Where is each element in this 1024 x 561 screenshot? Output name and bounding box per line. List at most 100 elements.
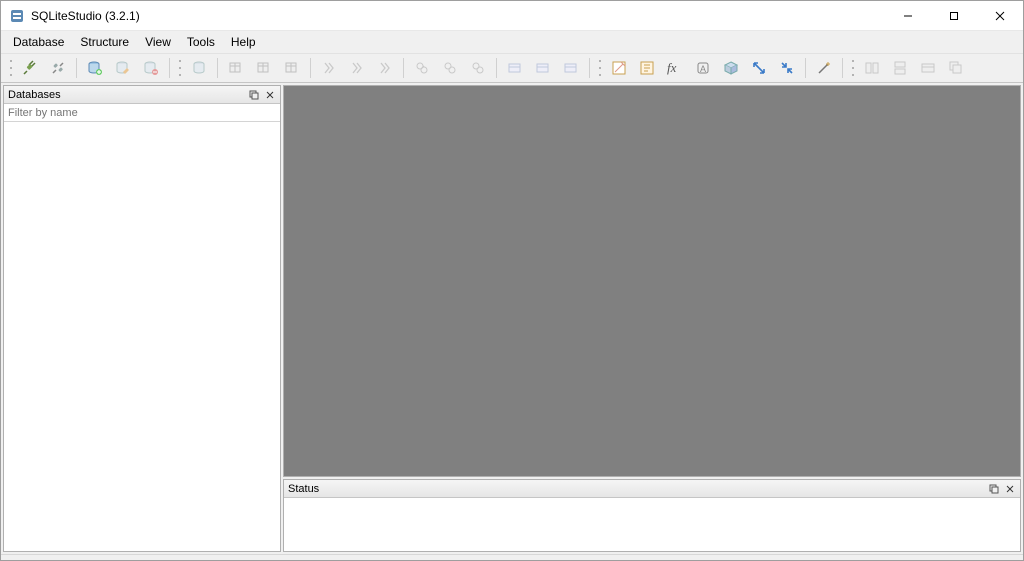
table-edit-icon: [256, 60, 272, 76]
panel-float-button[interactable]: [246, 88, 262, 102]
refresh-schema-button[interactable]: [186, 55, 212, 81]
import-button[interactable]: [746, 55, 772, 81]
menu-database[interactable]: Database: [5, 33, 72, 51]
tile-vertical-button[interactable]: [887, 55, 913, 81]
panel-close-button[interactable]: [1002, 482, 1018, 496]
remove-database-button[interactable]: [138, 55, 164, 81]
database-refresh-icon: [191, 60, 207, 76]
toolbar-separator: [403, 58, 404, 78]
panel-close-button[interactable]: [262, 88, 278, 102]
close-button[interactable]: [977, 1, 1023, 31]
databases-panel-header: Databases: [4, 86, 280, 104]
delete-index-button[interactable]: [372, 55, 398, 81]
database-edit-icon: [115, 60, 131, 76]
edit-index-button[interactable]: [344, 55, 370, 81]
menu-structure[interactable]: Structure: [72, 33, 137, 51]
app-icon: [9, 8, 25, 24]
toolbar-separator: [496, 58, 497, 78]
disconnect-button[interactable]: [45, 55, 71, 81]
extension-manager-button[interactable]: [718, 55, 744, 81]
delete-view-button[interactable]: [558, 55, 584, 81]
index-edit-icon: [349, 60, 365, 76]
database-filter-input[interactable]: [4, 104, 280, 122]
mdi-workspace[interactable]: [283, 85, 1021, 477]
new-view-button[interactable]: [502, 55, 528, 81]
fx-icon: fx: [666, 60, 684, 76]
cascade-button[interactable]: [943, 55, 969, 81]
status-panel-header: Status: [284, 480, 1020, 498]
float-icon: [249, 90, 259, 100]
delete-table-button[interactable]: [279, 55, 305, 81]
toolbar-separator: [217, 58, 218, 78]
database-remove-icon: [143, 60, 159, 76]
toolbar-separator: [842, 58, 843, 78]
tile-horizontal-button[interactable]: [859, 55, 885, 81]
view-add-icon: [507, 60, 523, 76]
main-area: Databases Status: [1, 83, 1023, 554]
window-controls: [885, 1, 1023, 31]
index-add-icon: [321, 60, 337, 76]
tile-vertical-icon: [892, 60, 908, 76]
collations-button[interactable]: A: [690, 55, 716, 81]
toolbar-separator: [589, 58, 590, 78]
menu-tools[interactable]: Tools: [179, 33, 223, 51]
application-window: SQLiteStudio (3.2.1) Database Structure …: [0, 0, 1024, 561]
databases-panel: Databases: [3, 85, 281, 552]
view-delete-icon: [563, 60, 579, 76]
toolbar-grip-icon[interactable]: [8, 58, 13, 78]
float-icon: [989, 484, 999, 494]
database-tree[interactable]: [4, 122, 280, 551]
window-list-icon: [920, 60, 936, 76]
plug-disconnect-icon: [50, 60, 66, 76]
status-panel: Status: [283, 479, 1021, 552]
sql-editor-button[interactable]: [606, 55, 632, 81]
window-title: SQLiteStudio (3.2.1): [31, 9, 885, 23]
table-add-icon: [228, 60, 244, 76]
delete-trigger-button[interactable]: [465, 55, 491, 81]
toolbar-separator: [310, 58, 311, 78]
toolbar-grip-icon[interactable]: [597, 58, 602, 78]
window-list-button[interactable]: [915, 55, 941, 81]
sql-editor-icon: [611, 60, 627, 76]
add-database-button[interactable]: [82, 55, 108, 81]
panel-float-button[interactable]: [986, 482, 1002, 496]
status-panel-title: Status: [288, 483, 986, 495]
ddl-history-button[interactable]: [634, 55, 660, 81]
cascade-icon: [948, 60, 964, 76]
toolbar-separator: [805, 58, 806, 78]
functions-button[interactable]: fx: [662, 55, 688, 81]
new-table-button[interactable]: [223, 55, 249, 81]
status-bar: [1, 554, 1023, 560]
edit-table-button[interactable]: [251, 55, 277, 81]
cube-icon: [723, 60, 739, 76]
config-button[interactable]: [811, 55, 837, 81]
minimize-button[interactable]: [885, 1, 931, 31]
index-delete-icon: [377, 60, 393, 76]
wand-icon: [816, 60, 832, 76]
menu-view[interactable]: View: [137, 33, 179, 51]
svg-text:A: A: [700, 64, 706, 74]
new-index-button[interactable]: [316, 55, 342, 81]
menu-bar: Database Structure View Tools Help: [1, 31, 1023, 53]
trigger-edit-icon: [442, 60, 458, 76]
tile-horizontal-icon: [864, 60, 880, 76]
history-icon: [639, 60, 655, 76]
connect-button[interactable]: [17, 55, 43, 81]
status-log[interactable]: [284, 498, 1020, 551]
menu-help[interactable]: Help: [223, 33, 264, 51]
maximize-button[interactable]: [931, 1, 977, 31]
database-add-icon: [87, 60, 103, 76]
toolbar-grip-icon[interactable]: [177, 58, 182, 78]
toolbar-grip-icon[interactable]: [850, 58, 855, 78]
edit-view-button[interactable]: [530, 55, 556, 81]
edit-trigger-button[interactable]: [437, 55, 463, 81]
toolbar-separator: [76, 58, 77, 78]
edit-database-button[interactable]: [110, 55, 136, 81]
export-button[interactable]: [774, 55, 800, 81]
table-delete-icon: [284, 60, 300, 76]
import-icon: [751, 60, 767, 76]
right-column: Status: [283, 85, 1021, 552]
trigger-add-icon: [414, 60, 430, 76]
collations-icon: A: [695, 60, 711, 76]
new-trigger-button[interactable]: [409, 55, 435, 81]
